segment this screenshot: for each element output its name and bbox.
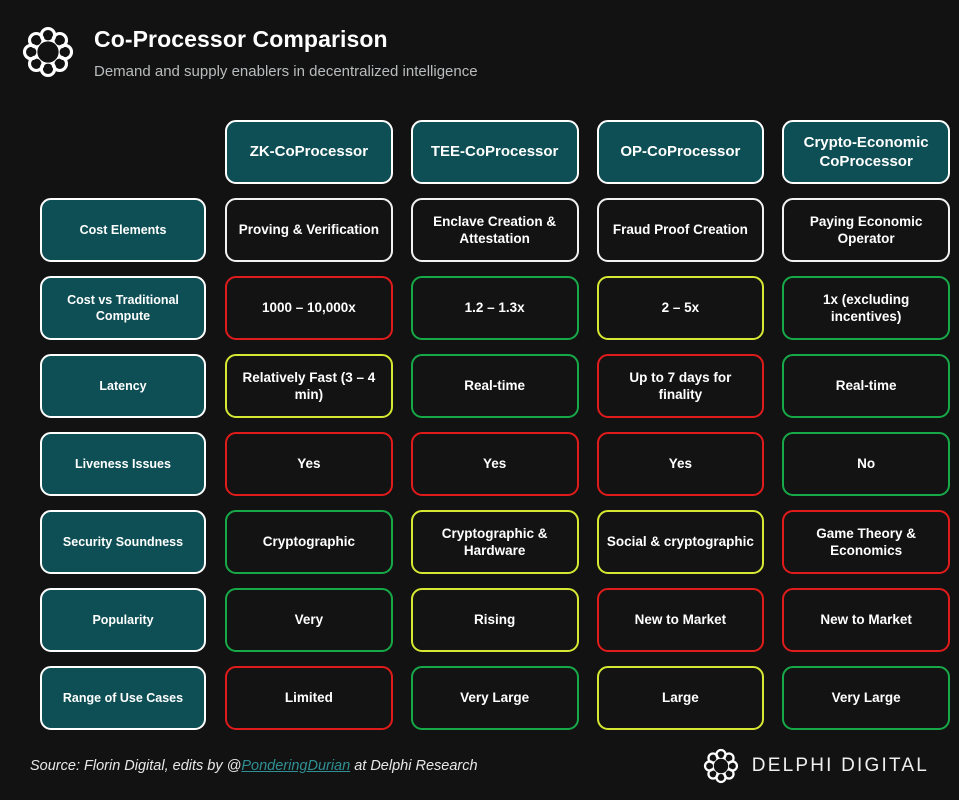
cell-cost-elements-zk: Proving & Verification — [225, 198, 393, 262]
header-text-block: Co-Processor Comparison Demand and suppl… — [94, 22, 478, 81]
table-header-row: ZK-CoProcessor TEE-CoProcessor OP-CoProc… — [0, 113, 959, 191]
cell-range-zk: Limited — [225, 666, 393, 730]
cell-range-op: Large — [597, 666, 765, 730]
page-subtitle: Demand and supply enablers in decentrali… — [94, 63, 478, 81]
cell-popularity-crypto: New to Market — [782, 588, 950, 652]
row-label-security-soundness: Security Soundness — [40, 510, 206, 574]
column-header-op: OP-CoProcessor — [597, 120, 765, 184]
cell-latency-zk: Relatively Fast (3 – 4 min) — [225, 354, 393, 418]
cell-liveness-op: Yes — [597, 432, 765, 496]
cell-cost-elements-op: Fraud Proof Creation — [597, 198, 765, 262]
cell-cost-vs-traditional-crypto: 1x (excluding incentives) — [782, 276, 950, 340]
corner-spacer — [40, 120, 206, 184]
header: Co-Processor Comparison Demand and suppl… — [0, 0, 959, 105]
cell-range-crypto: Very Large — [782, 666, 950, 730]
cell-range-tee: Very Large — [411, 666, 579, 730]
row-label-latency: Latency — [40, 354, 206, 418]
source-suffix: at Delphi Research — [350, 758, 477, 774]
table-row: Cost Elements Proving & Verification Enc… — [0, 191, 959, 269]
column-header-tee: TEE-CoProcessor — [411, 120, 579, 184]
cell-popularity-zk: Very — [225, 588, 393, 652]
column-header-crypto-economic: Crypto-Economic CoProcessor — [782, 120, 950, 184]
delphi-ring-logo-icon — [20, 24, 76, 80]
delphi-digital-brand: DELPHI DIGITAL — [702, 747, 937, 785]
cell-liveness-tee: Yes — [411, 432, 579, 496]
cell-latency-tee: Real-time — [411, 354, 579, 418]
cell-popularity-tee: Rising — [411, 588, 579, 652]
comparison-table: ZK-CoProcessor TEE-CoProcessor OP-CoProc… — [0, 113, 959, 737]
cell-cost-elements-crypto: Paying Economic Operator — [782, 198, 950, 262]
row-label-cost-vs-traditional-compute: Cost vs Traditional Compute — [40, 276, 206, 340]
cell-cost-vs-traditional-zk: 1000 – 10,000x — [225, 276, 393, 340]
cell-popularity-op: New to Market — [597, 588, 765, 652]
page-title: Co-Processor Comparison — [94, 26, 478, 54]
cell-security-tee: Cryptographic & Hardware — [411, 510, 579, 574]
row-label-liveness-issues: Liveness Issues — [40, 432, 206, 496]
cell-cost-vs-traditional-tee: 1.2 – 1.3x — [411, 276, 579, 340]
table-row: Security Soundness Cryptographic Cryptog… — [0, 503, 959, 581]
row-label-cost-elements: Cost Elements — [40, 198, 206, 262]
table-row: Latency Relatively Fast (3 – 4 min) Real… — [0, 347, 959, 425]
table-row: Liveness Issues Yes Yes Yes No — [0, 425, 959, 503]
cell-security-crypto: Game Theory & Economics — [782, 510, 950, 574]
cell-liveness-crypto: No — [782, 432, 950, 496]
row-label-range-of-use-cases: Range of Use Cases — [40, 666, 206, 730]
table-row: Popularity Very Rising New to Market New… — [0, 581, 959, 659]
column-header-zk: ZK-CoProcessor — [225, 120, 393, 184]
source-handle-link[interactable]: PonderingDurian — [241, 758, 350, 774]
table-row: Cost vs Traditional Compute 1000 – 10,00… — [0, 269, 959, 347]
cell-latency-op: Up to 7 days for finality — [597, 354, 765, 418]
cell-security-zk: Cryptographic — [225, 510, 393, 574]
table-row: Range of Use Cases Limited Very Large La… — [0, 659, 959, 737]
delphi-ring-logo-icon — [702, 747, 740, 785]
cell-security-op: Social & cryptographic — [597, 510, 765, 574]
source-attribution: Source: Florin Digital, edits by @Ponder… — [30, 758, 478, 774]
delphi-wordmark: DELPHI DIGITAL — [752, 755, 929, 777]
cell-cost-vs-traditional-op: 2 – 5x — [597, 276, 765, 340]
row-label-popularity: Popularity — [40, 588, 206, 652]
cell-latency-crypto: Real-time — [782, 354, 950, 418]
infographic-root: Co-Processor Comparison Demand and suppl… — [0, 0, 959, 800]
footer: Source: Florin Digital, edits by @Ponder… — [0, 738, 959, 800]
cell-liveness-zk: Yes — [225, 432, 393, 496]
cell-cost-elements-tee: Enclave Creation & Attestation — [411, 198, 579, 262]
source-prefix: Source: Florin Digital, edits by @ — [30, 758, 241, 774]
